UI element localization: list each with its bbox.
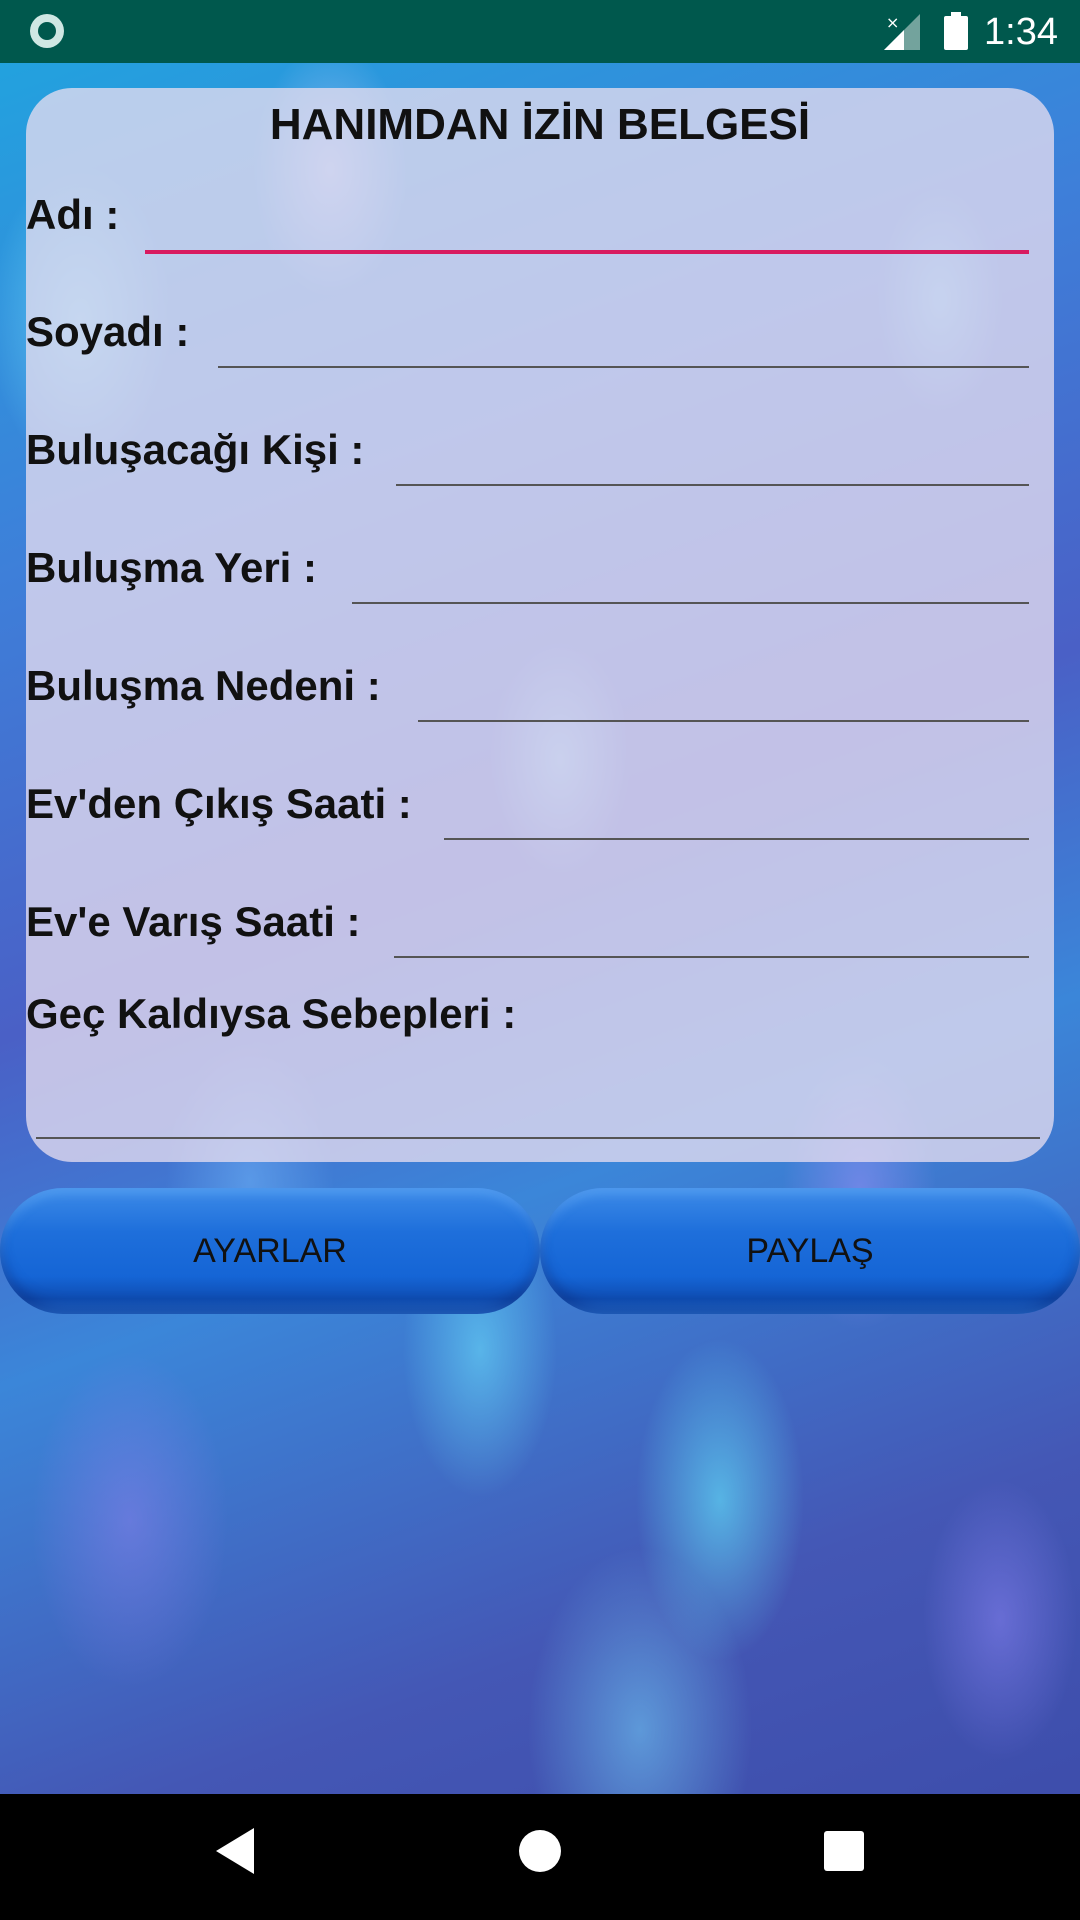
form-title: HANIMDAN İZİN BELGESİ <box>269 100 811 149</box>
meeting-place-input[interactable] <box>352 552 1029 604</box>
svg-text:×: × <box>886 14 899 32</box>
back-icon[interactable] <box>214 1826 256 1876</box>
meeting-reason-label: Buluşma Nedeni : <box>26 662 381 709</box>
app-status-icon <box>30 14 64 48</box>
signal-no-data-icon: × <box>884 14 920 50</box>
clock: 1:34 <box>984 11 1058 53</box>
late-reasons-label: Geç Kaldıysa Sebepleri : <box>26 990 517 1037</box>
departure-time-label: Ev'den Çıkış Saati : <box>26 780 412 827</box>
first-name-label: Adı : <box>26 191 120 238</box>
late-reasons-input[interactable] <box>36 1065 1040 1139</box>
recents-icon[interactable] <box>824 1831 864 1871</box>
departure-time-input[interactable] <box>444 788 1029 840</box>
meeting-reason-input[interactable] <box>418 670 1029 722</box>
surname-input[interactable] <box>218 316 1029 368</box>
surname-label: Soyadı : <box>26 308 190 355</box>
navigation-bar <box>0 1794 1080 1920</box>
battery-icon <box>944 12 968 50</box>
first-name-input[interactable] <box>145 202 1029 254</box>
meeting-person-input[interactable] <box>396 434 1029 486</box>
share-button[interactable]: PAYLAŞ <box>540 1188 1080 1314</box>
home-icon[interactable] <box>519 1830 561 1872</box>
arrival-time-label: Ev'e Varış Saati : <box>26 898 361 945</box>
status-bar: × 1:34 <box>0 0 1080 63</box>
arrival-time-input[interactable] <box>394 906 1029 958</box>
meeting-place-label: Buluşma Yeri : <box>26 544 318 591</box>
meeting-person-label: Buluşacağı Kişi : <box>26 426 365 473</box>
settings-button[interactable]: AYARLAR <box>0 1188 540 1314</box>
